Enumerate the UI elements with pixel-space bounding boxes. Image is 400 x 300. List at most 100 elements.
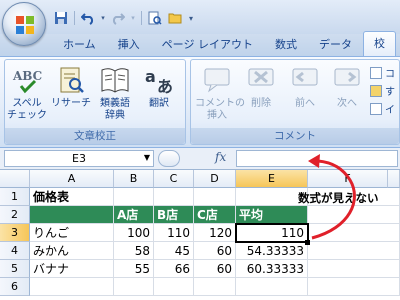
translate-icon: aあ <box>143 64 175 96</box>
save-icon[interactable] <box>52 9 70 27</box>
column-header-e[interactable]: E <box>236 170 308 188</box>
translate-button[interactable]: aあ 翻訳 <box>139 64 179 128</box>
svg-text:ABC: ABC <box>12 69 42 83</box>
customize-qat-icon[interactable]: ▾ <box>186 9 196 27</box>
annotation-text: 数式が見えない <box>298 191 379 205</box>
thesaurus-button[interactable]: 類義語 辞典 <box>95 64 135 128</box>
column-header-g[interactable] <box>388 170 400 188</box>
cell-c4[interactable]: 45 <box>154 242 194 260</box>
redo-dropdown-icon[interactable]: ▾ <box>129 9 137 27</box>
cell-e4[interactable]: 54.33333 <box>236 242 308 260</box>
proofing-group-label: 文章校正 <box>5 128 185 144</box>
row-header-5[interactable]: 5 <box>0 260 30 278</box>
cell-d6[interactable] <box>194 278 236 296</box>
cell-a4[interactable]: みかん <box>30 242 114 260</box>
show-all-comments-button[interactable]: す <box>370 83 395 98</box>
cell-f4[interactable] <box>308 242 400 260</box>
next-comment-label: 次へ <box>337 98 357 109</box>
cell-e6[interactable] <box>236 278 308 296</box>
cell-a1-title[interactable]: 価格表 <box>30 188 114 206</box>
cell-b2-header[interactable]: A店 <box>114 206 154 224</box>
new-comment-label: コメントの 挿入 <box>195 98 245 121</box>
redo-icon[interactable] <box>109 9 127 27</box>
tab-review[interactable]: 校 <box>362 31 396 56</box>
previous-comment-button[interactable]: 前へ <box>285 64 325 128</box>
ink-icon <box>370 102 382 115</box>
next-comment-button[interactable]: 次へ <box>327 64 367 128</box>
tab-data[interactable]: データ <box>308 33 363 56</box>
cell-c2-header[interactable]: B店 <box>154 206 194 224</box>
row-header-3[interactable]: 3 <box>0 224 30 242</box>
delete-comment-label: 削除 <box>251 98 271 109</box>
cell-e5[interactable]: 60.33333 <box>236 260 308 278</box>
comment-checkbox-icon <box>370 66 382 79</box>
fill-handle[interactable] <box>305 240 310 245</box>
comments-group-label: コメント <box>191 128 399 144</box>
spell-check-label: スペル チェック <box>7 98 47 121</box>
show-ink-label: イ <box>385 105 395 116</box>
cell-f2[interactable] <box>308 206 400 224</box>
select-all-corner[interactable] <box>0 170 30 188</box>
cell-e3-selected[interactable]: 110 <box>235 223 309 243</box>
column-header-b[interactable]: B <box>114 170 154 188</box>
open-folder-icon[interactable] <box>166 9 184 27</box>
next-icon <box>331 64 363 96</box>
show-comment-button[interactable]: コ <box>370 65 395 80</box>
cell-c1[interactable] <box>154 188 194 206</box>
cell-e2-header[interactable]: 平均 <box>236 206 308 224</box>
row-header-2[interactable]: 2 <box>0 206 30 224</box>
research-button[interactable]: リサーチ <box>51 64 91 128</box>
name-box-dropdown-icon[interactable]: ▼ <box>144 153 150 162</box>
show-ink-button[interactable]: イ <box>370 101 395 116</box>
cell-a3[interactable]: りんご <box>30 224 114 242</box>
cell-d2-header[interactable]: C店 <box>194 206 236 224</box>
cell-a6[interactable] <box>30 278 114 296</box>
cell-d4[interactable]: 60 <box>194 242 236 260</box>
cell-d3[interactable]: 120 <box>194 224 236 242</box>
cell-f3[interactable] <box>308 224 400 242</box>
cell-a2[interactable] <box>30 206 114 224</box>
tab-page-layout[interactable]: ページ レイアウト <box>151 33 264 56</box>
print-preview-icon[interactable] <box>146 9 164 27</box>
spell-check-button[interactable]: ABC スペル チェック <box>7 64 47 128</box>
tab-home[interactable]: ホーム <box>52 33 107 56</box>
formula-input[interactable] <box>236 150 398 167</box>
cell-b1[interactable] <box>114 188 154 206</box>
tab-insert[interactable]: 挿入 <box>107 33 151 56</box>
row-header-6[interactable]: 6 <box>0 278 30 296</box>
name-box[interactable]: E3 ▼ <box>4 150 154 167</box>
column-header-d[interactable]: D <box>194 170 236 188</box>
office-button[interactable] <box>2 2 46 46</box>
insert-function-icon[interactable]: fx <box>215 150 226 164</box>
cell-f5[interactable] <box>308 260 400 278</box>
undo-icon[interactable] <box>79 9 97 27</box>
cell-b6[interactable] <box>114 278 154 296</box>
cell-c3[interactable]: 110 <box>154 224 194 242</box>
row-header-4[interactable]: 4 <box>0 242 30 260</box>
column-header-a[interactable]: A <box>30 170 114 188</box>
tab-formulas[interactable]: 数式 <box>264 33 308 56</box>
new-comment-button[interactable]: コメントの 挿入 <box>195 64 245 128</box>
abc-icon: ABC <box>11 64 43 96</box>
cell-c5[interactable]: 66 <box>154 260 194 278</box>
formula-bar: E3 ▼ fx <box>0 148 400 170</box>
delete-comment-button[interactable]: 削除 <box>241 64 281 128</box>
name-box-value: E3 <box>72 152 86 165</box>
column-header-c[interactable]: C <box>154 170 194 188</box>
thesaurus-label: 類義語 辞典 <box>100 98 130 121</box>
cell-c6[interactable] <box>154 278 194 296</box>
cell-b5[interactable]: 55 <box>114 260 154 278</box>
cell-f6[interactable] <box>308 278 400 296</box>
formula-tools: fx <box>158 150 238 167</box>
cell-b3[interactable]: 100 <box>114 224 154 242</box>
qat-separator <box>141 11 142 25</box>
column-header-f[interactable]: F <box>308 170 388 188</box>
cell-a5[interactable]: バナナ <box>30 260 114 278</box>
cell-b4[interactable]: 58 <box>114 242 154 260</box>
undo-dropdown-icon[interactable]: ▾ <box>99 9 107 27</box>
formula-bar-resize-handle[interactable] <box>158 150 180 167</box>
cell-d5[interactable]: 60 <box>194 260 236 278</box>
row-header-1[interactable]: 1 <box>0 188 30 206</box>
cell-d1[interactable] <box>194 188 236 206</box>
previous-comment-label: 前へ <box>295 98 315 109</box>
